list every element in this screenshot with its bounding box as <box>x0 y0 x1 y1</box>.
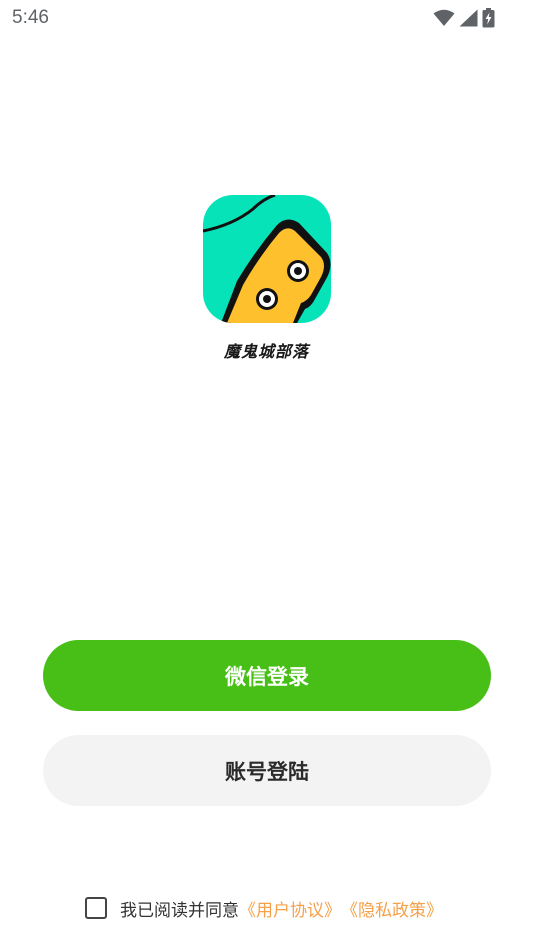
status-icons <box>433 8 495 28</box>
status-bar: 5:46 <box>0 0 533 38</box>
agreement-checkbox[interactable] <box>85 897 107 919</box>
wifi-icon <box>433 9 455 27</box>
user-agreement-link[interactable]: 《用户协议》 <box>239 896 341 921</box>
monster-face-logo <box>203 195 331 323</box>
account-login-button[interactable]: 账号登陆 <box>43 735 491 806</box>
wechat-login-button[interactable]: 微信登录 <box>43 640 491 711</box>
status-time: 5:46 <box>12 7 49 28</box>
app-name: 魔鬼城部落 <box>223 342 309 361</box>
app-logo <box>203 195 331 323</box>
battery-charging-icon <box>482 8 495 28</box>
login-screen: 5:46 魔鬼城部落 微信登录 账号登陆 我已阅读并同意 《用户协议》 《隐私政… <box>0 0 533 948</box>
privacy-policy-link[interactable]: 《隐私政策》 <box>341 896 443 921</box>
cell-signal-icon <box>459 9 478 27</box>
agreement-text: 我已阅读并同意 <box>120 900 239 921</box>
agreement-row: 我已阅读并同意 《用户协议》 《隐私政策》 <box>85 895 443 921</box>
